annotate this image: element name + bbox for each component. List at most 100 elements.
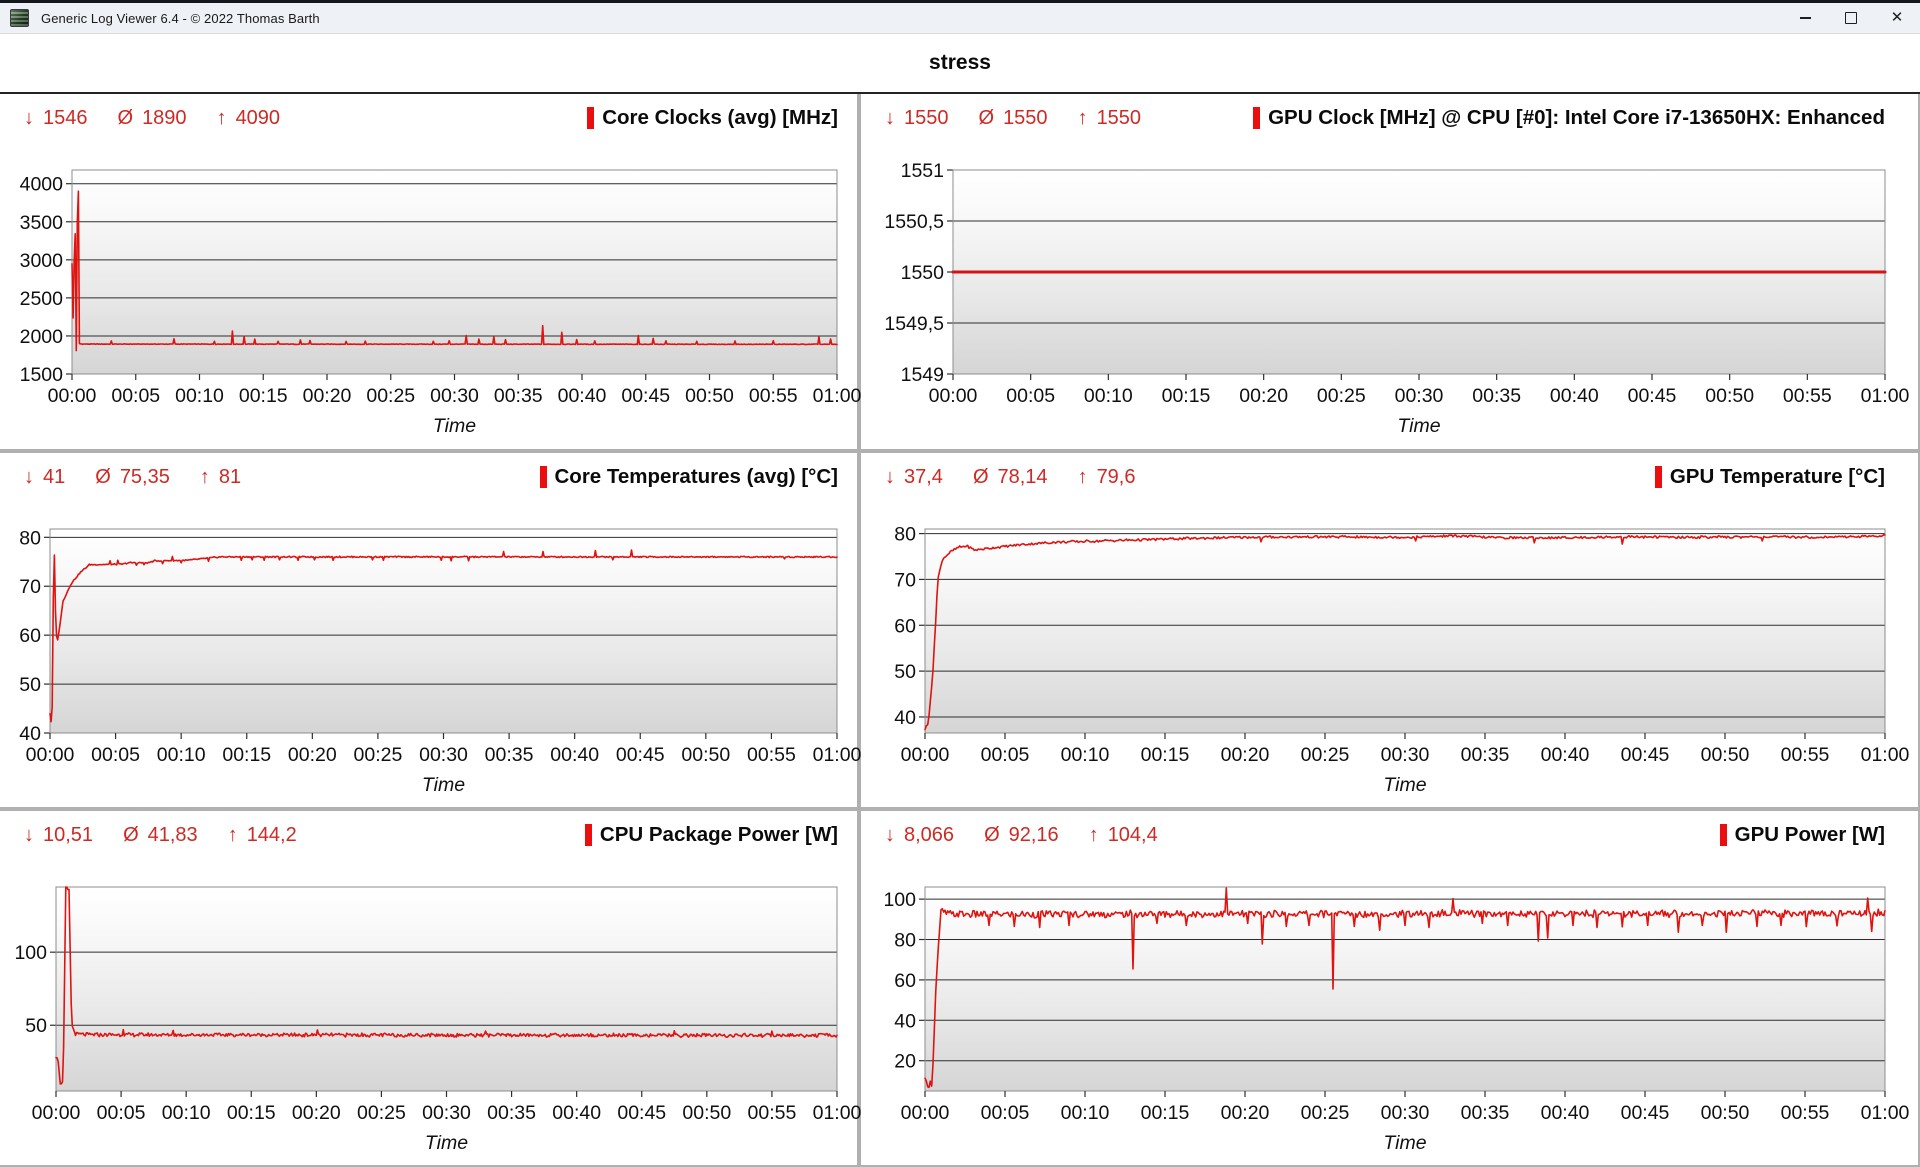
svg-text:50: 50 [25,1015,47,1037]
chart-stats: ↓8,066 Ø92,16 ↑104,4 [885,824,1158,847]
svg-text:Time: Time [1383,774,1426,796]
minimize-icon [1800,17,1811,18]
svg-text:80: 80 [894,524,916,546]
svg-text:00:35: 00:35 [487,1102,536,1124]
svg-text:00:20: 00:20 [288,744,337,766]
stat-avg: Ø75,35 [95,466,170,489]
svg-text:50: 50 [19,674,41,696]
stat-min: ↓1550 [885,107,949,130]
svg-text:00:50: 00:50 [1701,1102,1750,1124]
series-color-marker [587,107,594,129]
chart-plot: 405060708000:0000:0500:1000:1500:2000:25… [861,529,1885,797]
stat-min: ↓10,51 [24,824,93,847]
chart-stats: ↓1546 Ø1890 ↑4090 [24,107,280,130]
svg-text:00:55: 00:55 [749,385,798,407]
svg-text:4000: 4000 [20,174,64,196]
series-color-marker [1720,824,1727,846]
svg-text:Time: Time [1397,415,1440,437]
svg-text:00:05: 00:05 [1006,385,1055,407]
svg-text:00:40: 00:40 [552,1102,601,1124]
maximize-button[interactable] [1828,3,1874,33]
svg-text:00:50: 00:50 [1701,744,1750,766]
svg-text:00:30: 00:30 [1395,385,1444,407]
svg-text:00:05: 00:05 [111,385,160,407]
max-arrow-icon: ↑ [1078,107,1088,129]
svg-text:3500: 3500 [20,212,64,234]
min-arrow-icon: ↓ [24,466,34,488]
min-arrow-icon: ↓ [885,107,895,129]
svg-text:01:00: 01:00 [1861,744,1910,766]
stat-max-value: 81 [219,466,241,488]
chart-grid: ↓1546 Ø1890 ↑4090 Core Clocks (avg) [MHz… [0,92,1920,1167]
stat-max-value: 104,4 [1108,824,1158,846]
svg-text:00:55: 00:55 [748,1102,797,1124]
stat-max-value: 79,6 [1097,466,1136,488]
svg-text:00:45: 00:45 [1621,1102,1670,1124]
close-button[interactable]: ✕ [1874,3,1920,33]
stat-min: ↓1546 [24,107,88,130]
svg-text:1550,5: 1550,5 [884,211,944,233]
svg-text:1549,5: 1549,5 [884,313,944,335]
svg-text:01:00: 01:00 [813,385,862,407]
svg-text:00:30: 00:30 [1381,744,1430,766]
svg-text:00:25: 00:25 [1301,744,1350,766]
stat-min-value: 37,4 [904,466,943,488]
stat-avg-value: 1550 [1003,107,1048,129]
close-icon: ✕ [1891,10,1904,25]
svg-text:00:50: 00:50 [681,744,730,766]
svg-text:00:00: 00:00 [901,1102,950,1124]
svg-text:1549: 1549 [901,364,944,386]
chart-title: GPU Power [W] [1720,823,1885,847]
svg-text:2500: 2500 [20,288,64,310]
svg-text:00:35: 00:35 [1472,385,1521,407]
minimize-button[interactable] [1782,3,1828,33]
svg-text:01:00: 01:00 [813,1102,862,1124]
svg-text:00:15: 00:15 [1141,1102,1190,1124]
stat-min-value: 41 [43,466,65,488]
svg-text:00:00: 00:00 [26,744,75,766]
svg-text:00:15: 00:15 [1141,744,1190,766]
svg-text:00:55: 00:55 [747,744,796,766]
svg-text:00:05: 00:05 [981,744,1030,766]
svg-text:00:30: 00:30 [1381,1102,1430,1124]
chart-panel-gpu-power: ↓8,066 Ø92,16 ↑104,4 GPU Power [W] 20406… [861,811,1918,1165]
svg-text:00:45: 00:45 [1621,744,1670,766]
svg-text:60: 60 [894,970,916,992]
max-arrow-icon: ↑ [200,466,210,488]
svg-text:00:00: 00:00 [48,385,97,407]
svg-text:3000: 3000 [20,250,64,272]
series-color-marker [585,824,592,846]
svg-text:00:10: 00:10 [1084,385,1133,407]
svg-text:01:00: 01:00 [1861,1102,1910,1124]
series-color-marker [540,466,547,488]
svg-text:00:00: 00:00 [901,744,950,766]
svg-text:00:00: 00:00 [32,1102,81,1124]
chart-title: GPU Clock [MHz] @ CPU [#0]: Intel Core i… [1253,106,1885,130]
avg-icon: Ø [979,107,995,129]
stat-max: ↑144,2 [228,824,297,847]
min-arrow-icon: ↓ [885,824,895,846]
svg-text:00:15: 00:15 [239,385,288,407]
chart-title: Core Clocks (avg) [MHz] [587,106,838,130]
chart-panel-gpu-temperature: ↓37,4 Ø78,14 ↑79,6 GPU Temperature [°C] … [861,453,1918,807]
svg-text:00:45: 00:45 [616,744,665,766]
svg-text:00:20: 00:20 [1221,1102,1270,1124]
chart-plot: 15491549,515501550,5155100:0000:0500:100… [861,170,1885,438]
stat-avg: Ø78,14 [973,466,1048,489]
svg-text:00:40: 00:40 [1541,744,1590,766]
svg-text:00:20: 00:20 [1239,385,1288,407]
max-arrow-icon: ↑ [228,824,238,846]
svg-text:00:25: 00:25 [354,744,403,766]
svg-text:00:10: 00:10 [175,385,224,407]
svg-text:00:15: 00:15 [1162,385,1211,407]
svg-text:00:50: 00:50 [685,385,734,407]
svg-text:00:10: 00:10 [1061,1102,1110,1124]
svg-text:01:00: 01:00 [1861,385,1910,407]
chart-plot: 15002000250030003500400000:0000:0500:100… [0,170,837,438]
svg-text:40: 40 [19,723,41,745]
avg-icon: Ø [984,824,1000,846]
svg-text:00:45: 00:45 [617,1102,666,1124]
panel-head: ↓8,066 Ø92,16 ↑104,4 GPU Power [W] [861,823,1918,847]
svg-text:00:05: 00:05 [981,1102,1030,1124]
stat-avg-value: 41,83 [148,824,198,846]
